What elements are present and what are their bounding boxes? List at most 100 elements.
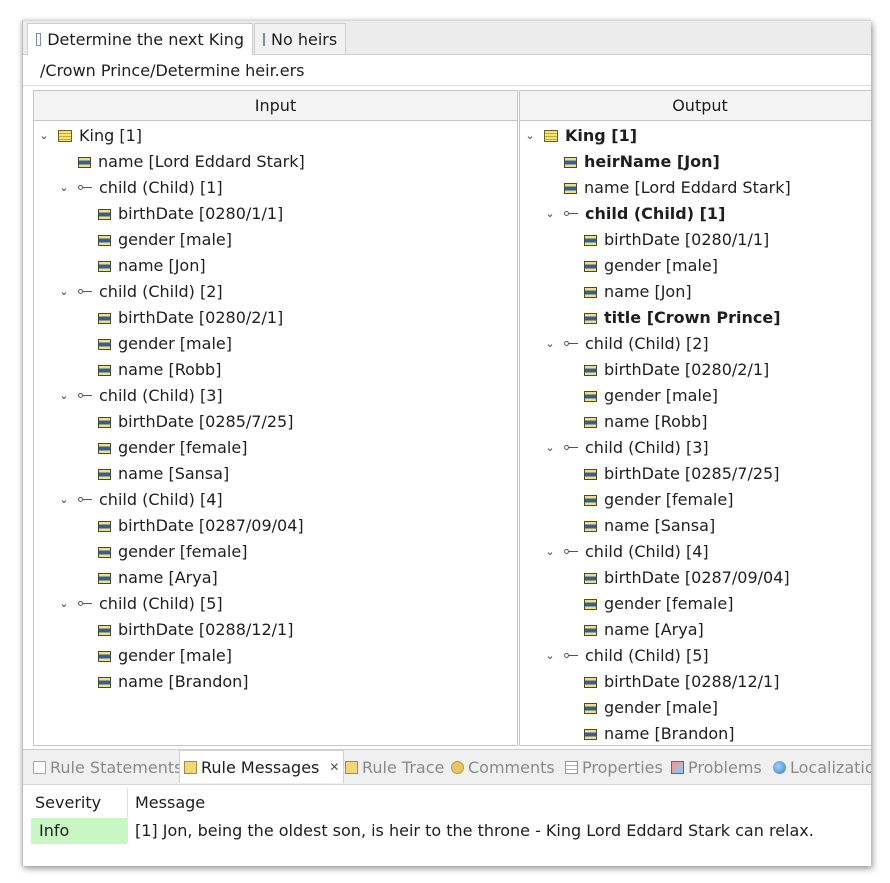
tree-item[interactable]: ⌄birthDate [0287/09/04]: [564, 565, 790, 591]
input-column-header[interactable]: Input: [34, 91, 517, 121]
tree-item[interactable]: ⌄ child (Child) [3]: [58, 383, 222, 409]
chevron-down-icon[interactable]: ⌄: [58, 279, 70, 305]
tree-item[interactable]: ⌄name [Arya]: [78, 565, 218, 591]
tree-item[interactable]: ⌄gender [female]: [564, 487, 733, 513]
tree-item[interactable]: ⌄birthDate [0288/12/1]: [564, 669, 779, 695]
tree-item[interactable]: ⌄ child (Child) [2]: [544, 331, 708, 357]
tab-properties[interactable]: Properties: [565, 750, 663, 784]
table-row[interactable]: Info [1] Jon, being the oldest son, is h…: [23, 818, 871, 844]
tree-item[interactable]: ⌄ child (Child) [4]: [58, 487, 222, 513]
globe-icon: [773, 760, 786, 774]
tree-item[interactable]: ⌄ child (Child) [4]: [544, 539, 708, 565]
tree-item[interactable]: ⌄title [Crown Prince]: [564, 305, 781, 331]
tree-item[interactable]: ⌄birthDate [0280/1/1]: [78, 201, 283, 227]
chevron-down-icon[interactable]: ⌄: [544, 201, 556, 227]
tab-problems[interactable]: Problems: [671, 750, 762, 784]
attribute-icon: [584, 286, 597, 298]
severity-column-header[interactable]: Severity: [27, 790, 127, 816]
tree-item[interactable]: ⌄name [Lord Eddard Stark]: [544, 175, 791, 201]
tree-item[interactable]: ⌄birthDate [0280/2/1]: [564, 357, 769, 383]
tree-item[interactable]: ⌄gender [male]: [564, 383, 718, 409]
tree-item[interactable]: ⌄ child (Child) [3]: [544, 435, 709, 461]
tree-item[interactable]: ⌄name [Robb]: [78, 357, 221, 383]
tab-rule-messages[interactable]: Rule Messages ✕: [179, 750, 345, 783]
tree-item-label: heirName [Jon]: [584, 152, 720, 171]
document-icon: [36, 33, 42, 46]
tree-item[interactable]: ⌄gender [female]: [78, 435, 247, 461]
tree-item[interactable]: ⌄ child (Child) [5]: [544, 643, 708, 669]
chevron-down-icon[interactable]: ⌄: [544, 539, 556, 565]
tree-item-label: child (Child) [5]: [99, 594, 223, 613]
tree-item[interactable]: ⌄gender [female]: [78, 539, 247, 565]
tree-item[interactable]: ⌄gender [male]: [78, 227, 232, 253]
tree-item[interactable]: ⌄name [Brandon]: [78, 669, 249, 695]
relation-icon: [78, 598, 92, 610]
chevron-down-icon[interactable]: ⌄: [58, 383, 70, 409]
chevron-down-icon[interactable]: ⌄: [58, 175, 70, 201]
message-column-header[interactable]: Message: [127, 790, 205, 816]
tree-item[interactable]: ⌄name [Jon]: [78, 253, 206, 279]
tab-comments[interactable]: Comments: [451, 750, 555, 784]
tree-item[interactable]: ⌄name [Arya]: [564, 617, 704, 643]
chevron-down-icon[interactable]: ⌄: [58, 591, 70, 617]
tree-item[interactable]: ⌄name [Jon]: [564, 279, 692, 305]
chevron-down-icon[interactable]: ⌄: [544, 643, 556, 669]
attribute-icon: [584, 728, 597, 740]
attribute-icon: [98, 546, 111, 558]
tree-item[interactable]: ⌄birthDate [0287/09/04]: [78, 513, 304, 539]
tree-item[interactable]: ⌄ child (Child) [2]: [58, 279, 222, 305]
tab-determine-the-next-king[interactable]: Determine the next King: [27, 23, 253, 55]
tree-item[interactable]: ⌄name [Sansa]: [564, 513, 715, 539]
tree-item[interactable]: ⌄name [Robb]: [564, 409, 707, 435]
tree-item[interactable]: ⌄birthDate [0280/1/1]: [564, 227, 769, 253]
chevron-down-icon[interactable]: ⌄: [524, 123, 536, 149]
tree-item[interactable]: ⌄ King [1]: [38, 123, 142, 149]
relation-icon: [564, 442, 578, 454]
tab-rule-statements[interactable]: Rule Statements: [33, 750, 182, 784]
output-column-header[interactable]: Output: [520, 91, 871, 121]
tree-item[interactable]: ⌄ child (Child) [1]: [544, 201, 725, 227]
tree-item-label: child (Child) [1]: [99, 178, 223, 197]
chevron-down-icon[interactable]: ⌄: [544, 435, 556, 461]
tree-item[interactable]: ⌄gender [male]: [78, 331, 232, 357]
tree-item[interactable]: ⌄gender [male]: [564, 695, 718, 721]
tree-item[interactable]: ⌄name [Lord Eddard Stark]: [58, 149, 305, 175]
attribute-icon: [584, 390, 597, 402]
attribute-icon: [98, 338, 111, 350]
attribute-icon: [98, 624, 111, 636]
tree-item-label: name [Robb]: [604, 412, 708, 431]
tab-label: Rule Statements: [50, 757, 183, 777]
close-icon[interactable]: ✕: [329, 760, 339, 774]
tree-item[interactable]: ⌄gender [male]: [78, 643, 232, 669]
tree-item[interactable]: ⌄name [Brandon]: [564, 721, 735, 747]
tree-item[interactable]: ⌄ child (Child) [1]: [58, 175, 223, 201]
attribute-icon: [584, 702, 597, 714]
tree-item[interactable]: ⌄name [Sansa]: [78, 461, 229, 487]
tab-rule-trace[interactable]: Rule Trace: [345, 750, 444, 784]
tab-no-heirs[interactable]: No heirs: [254, 23, 346, 54]
tree-item[interactable]: ⌄heirName [Jon]: [544, 149, 720, 175]
tree-item-label: gender [male]: [118, 646, 232, 665]
chevron-down-icon[interactable]: ⌄: [544, 331, 556, 357]
tree-item[interactable]: ⌄birthDate [0280/2/1]: [78, 305, 283, 331]
path-field[interactable]: /Crown Prince/Determine heir.ers: [23, 55, 871, 86]
tree-item-label: name [Arya]: [118, 568, 218, 587]
tree-item[interactable]: ⌄ child (Child) [5]: [58, 591, 223, 617]
tab-localization[interactable]: Localizatio: [773, 750, 871, 784]
chevron-down-icon[interactable]: ⌄: [58, 487, 70, 513]
tab-label: Properties: [582, 757, 663, 777]
tree-item-label: child (Child) [3]: [585, 438, 709, 457]
attribute-icon: [584, 234, 597, 246]
tree-item[interactable]: ⌄gender [female]: [564, 591, 733, 617]
tree-item[interactable]: ⌄birthDate [0285/7/25]: [78, 409, 293, 435]
chevron-down-icon[interactable]: ⌄: [38, 123, 50, 149]
tree-item[interactable]: ⌄birthDate [0285/7/25]: [564, 461, 779, 487]
tree-item[interactable]: ⌄gender [male]: [564, 253, 718, 279]
attribute-icon: [98, 260, 111, 272]
path-text: /Crown Prince/Determine heir.ers: [40, 61, 305, 80]
tab-label: Rule Trace: [362, 757, 445, 777]
tree-item[interactable]: ⌄ King [1]: [524, 123, 637, 149]
attribute-icon: [98, 312, 111, 324]
tree-item[interactable]: ⌄birthDate [0288/12/1]: [78, 617, 293, 643]
relation-icon: [78, 390, 92, 402]
